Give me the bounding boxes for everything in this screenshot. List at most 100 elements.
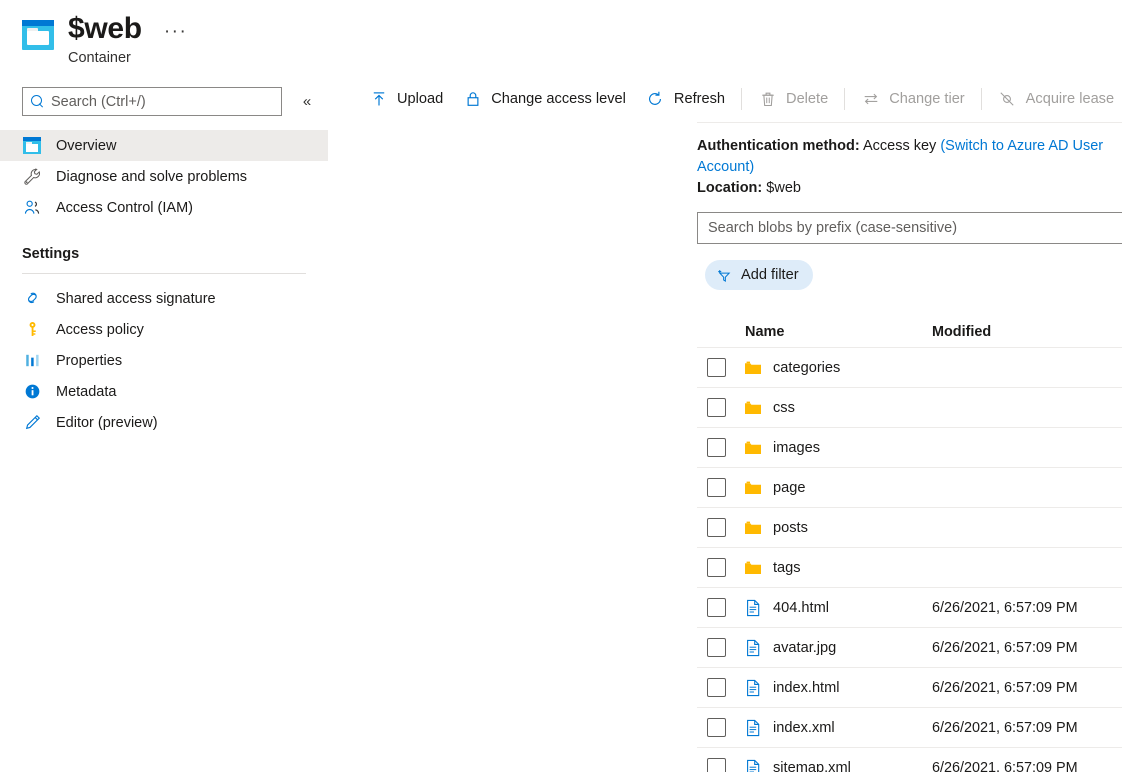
authentication-info: Authentication method: Access key (Switc… — [345, 136, 1122, 199]
sidebar-search-box[interactable] — [22, 87, 282, 116]
upload-arrow-icon — [369, 90, 388, 109]
change-tier-button: Change tier — [851, 83, 974, 115]
divider — [22, 273, 306, 274]
upload-button[interactable]: Upload — [359, 83, 453, 115]
table-row[interactable]: tags — [697, 548, 1122, 588]
sidebar-item-label: Diagnose and solve problems — [56, 168, 248, 185]
row-name-cell: sitemap.xml — [743, 758, 932, 772]
column-header-modified[interactable]: Modified — [932, 324, 1122, 340]
table-row[interactable]: index.xml 6/26/2021, 6:57:09 PM — [697, 708, 1122, 748]
file-icon — [743, 758, 763, 772]
location-label: Location: — [697, 180, 763, 196]
sidebar-item-label: Editor (preview) — [56, 414, 158, 431]
more-options-button[interactable]: ··· — [160, 22, 191, 42]
row-modified-label: 6/26/2021, 6:57:09 PM — [932, 599, 1078, 616]
row-modified-label: 6/26/2021, 6:57:09 PM — [932, 719, 1078, 736]
sidebar-item-label: Shared access signature — [56, 290, 216, 307]
row-name-cell: index.html — [743, 678, 932, 698]
key-icon — [22, 320, 42, 340]
row-checkbox[interactable] — [707, 398, 726, 417]
table-row[interactable]: avatar.jpg 6/26/2021, 6:57:09 PM — [697, 628, 1122, 668]
row-checkbox[interactable] — [707, 518, 726, 537]
page-subtitle: Container — [68, 50, 131, 66]
blob-search-box[interactable] — [697, 212, 1122, 244]
location-value: $web — [766, 180, 801, 196]
row-name-label[interactable]: avatar.jpg — [773, 640, 836, 656]
row-name-cell: tags — [743, 558, 932, 578]
sidebar-search-row: « — [22, 87, 345, 116]
sidebar-item-overview[interactable]: Overview — [0, 130, 328, 161]
row-name-label[interactable]: images — [773, 440, 820, 456]
sidebar-item-access-control[interactable]: Access Control (IAM) — [0, 192, 328, 223]
change-access-level-button[interactable]: Change access level — [453, 83, 636, 115]
search-input[interactable] — [51, 93, 273, 110]
link-icon — [22, 289, 42, 309]
row-name-label[interactable]: tags — [773, 560, 801, 576]
page-header: $web ··· Container — [0, 0, 345, 67]
row-name-label[interactable]: categories — [773, 360, 840, 376]
row-checkbox[interactable] — [707, 638, 726, 657]
table-row[interactable]: page — [697, 468, 1122, 508]
collapse-sidebar-button[interactable]: « — [294, 89, 320, 115]
table-row[interactable]: posts — [697, 508, 1122, 548]
row-checkbox-cell — [697, 398, 743, 417]
row-name-label[interactable]: page — [773, 480, 805, 496]
row-checkbox[interactable] — [707, 758, 726, 772]
table-row[interactable]: images — [697, 428, 1122, 468]
location-row: Location: $web — [697, 178, 1122, 199]
table-row[interactable]: categories — [697, 348, 1122, 388]
row-checkbox[interactable] — [707, 718, 726, 737]
azure-storage-container-page: $web ··· Container « Overview — [0, 0, 1122, 772]
row-checkbox[interactable] — [707, 678, 726, 697]
toolbar-divider — [980, 88, 982, 110]
button-label: Upload — [397, 91, 444, 107]
sidebar-item-editor-preview[interactable]: Editor (preview) — [0, 407, 328, 438]
row-checkbox[interactable] — [707, 558, 726, 577]
row-name-cell: avatar.jpg — [743, 638, 932, 658]
sidebar-item-label: Metadata — [56, 383, 117, 400]
row-checkbox[interactable] — [707, 438, 726, 457]
add-filter-icon — [716, 267, 733, 284]
page-title: $web — [68, 12, 142, 45]
row-checkbox[interactable] — [707, 598, 726, 617]
table-row[interactable]: index.html 6/26/2021, 6:57:09 PM — [697, 668, 1122, 708]
sidebar-item-access-policy[interactable]: Access policy — [0, 314, 328, 345]
sidebar-item-properties[interactable]: Properties — [0, 345, 328, 376]
sidebar-item-metadata[interactable]: Metadata — [0, 376, 328, 407]
row-checkbox[interactable] — [707, 478, 726, 497]
row-name-cell: posts — [743, 518, 932, 538]
table-body: categories css images page posts tags 404.html… — [697, 348, 1122, 772]
sidebar-settings-group: Shared access signature Access policy Pr… — [0, 283, 345, 438]
row-name-label[interactable]: css — [773, 400, 795, 416]
refresh-button[interactable]: Refresh — [636, 83, 735, 115]
authentication-method-row: Authentication method: Access key (Switc… — [697, 136, 1122, 178]
blob-search-input[interactable] — [708, 220, 1115, 236]
add-filter-label: Add filter — [741, 267, 799, 283]
table-row[interactable]: 404.html 6/26/2021, 6:57:09 PM — [697, 588, 1122, 628]
row-name-label[interactable]: 404.html — [773, 600, 829, 616]
row-name-label[interactable]: sitemap.xml — [773, 760, 851, 772]
row-name-cell: css — [743, 398, 932, 418]
container-icon — [22, 136, 42, 156]
table-row[interactable]: sitemap.xml 6/26/2021, 6:57:09 PM — [697, 748, 1122, 772]
command-toolbar: Upload Change access level Refresh Delet… — [345, 76, 1122, 122]
people-icon — [22, 198, 42, 218]
row-checkbox-cell — [697, 438, 743, 457]
lease-plug-icon — [998, 90, 1017, 109]
delete-button: Delete — [748, 83, 838, 115]
row-name-cell: images — [743, 438, 932, 458]
sidebar-item-diagnose[interactable]: Diagnose and solve problems — [0, 161, 328, 192]
row-checkbox-cell — [697, 518, 743, 537]
folder-icon — [743, 478, 763, 498]
add-filter-button[interactable]: Add filter — [705, 260, 813, 290]
sidebar-section-settings: Settings — [0, 245, 328, 274]
row-name-label[interactable]: index.html — [773, 680, 840, 696]
column-header-name[interactable]: Name — [743, 324, 932, 340]
row-checkbox[interactable] — [707, 358, 726, 377]
sidebar-item-shared-access-signature[interactable]: Shared access signature — [0, 283, 328, 314]
table-row[interactable]: css — [697, 388, 1122, 428]
container-icon — [22, 20, 54, 50]
sidebar-item-label: Properties — [56, 352, 123, 369]
row-name-label[interactable]: posts — [773, 520, 808, 536]
row-name-label[interactable]: index.xml — [773, 720, 835, 736]
